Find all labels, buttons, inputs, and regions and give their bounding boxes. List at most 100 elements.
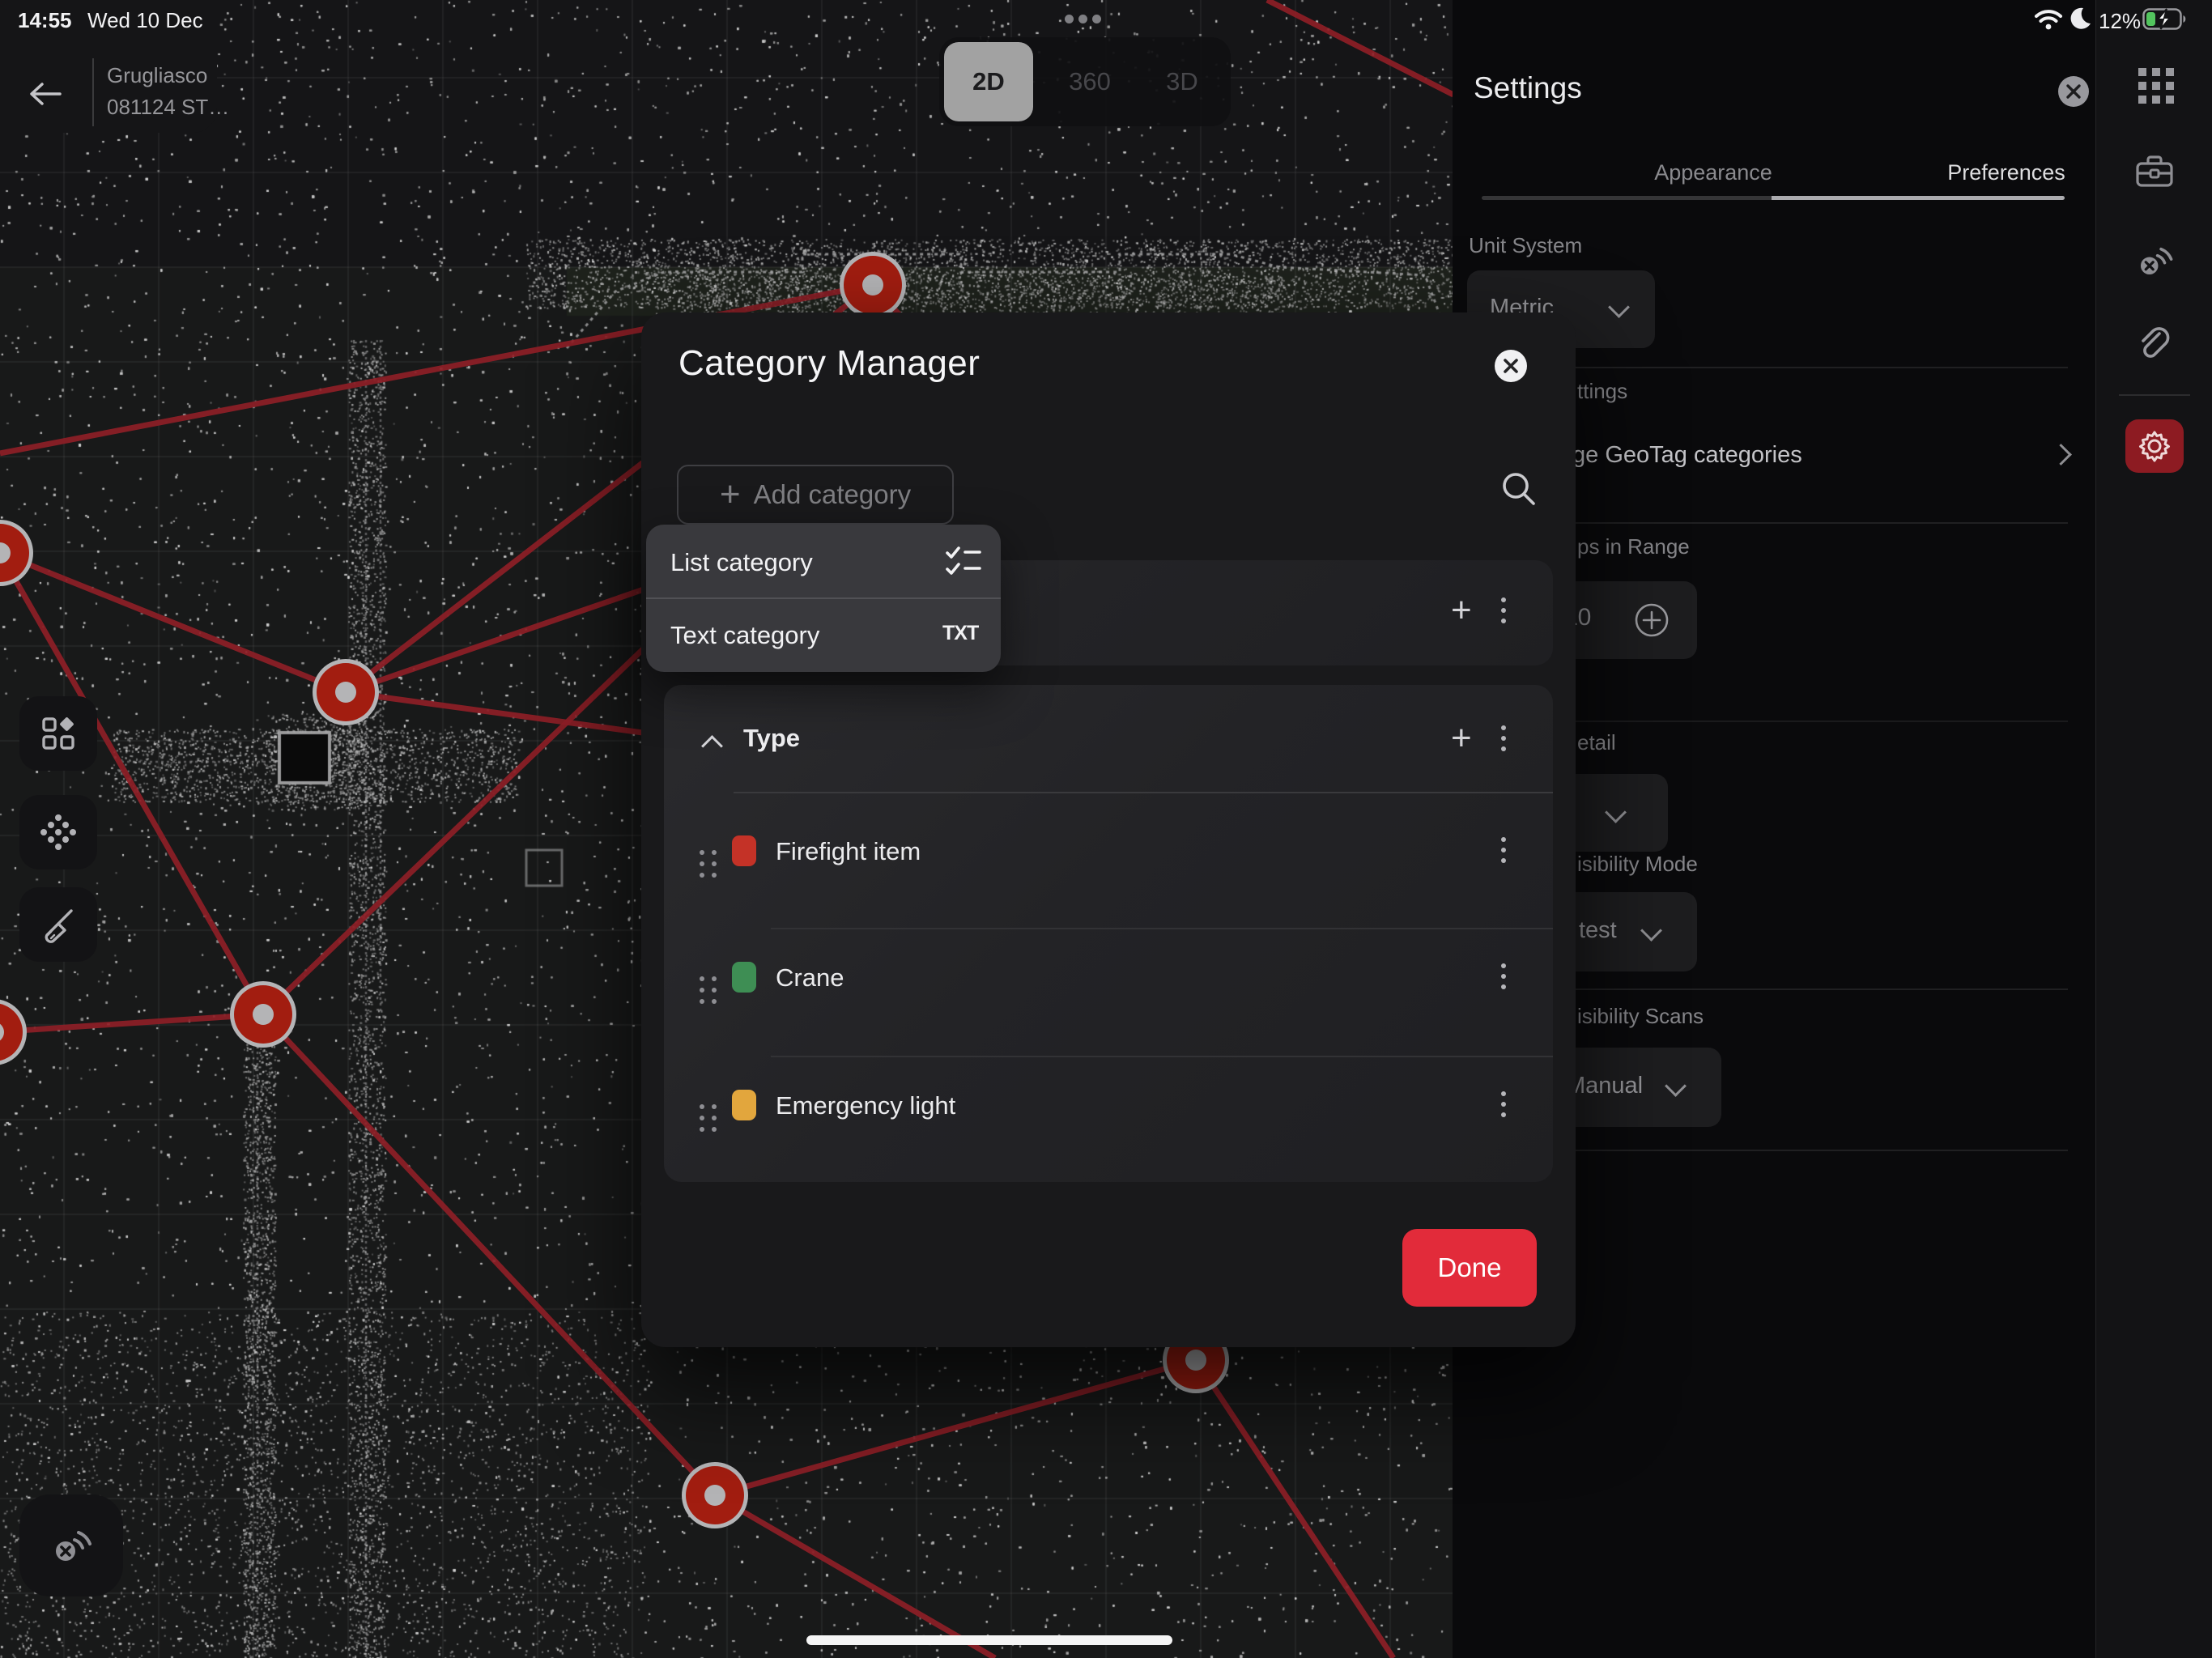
visibility-mode-label: isibility Mode — [1577, 852, 1698, 877]
add-category-label: Add category — [754, 479, 911, 510]
geotag-settings-label: ttings — [1577, 379, 1627, 404]
layers-shapes-icon — [40, 715, 77, 752]
unit-system-label: Unit System — [1469, 233, 1582, 258]
cut-tool-button[interactable] — [19, 887, 97, 962]
geotag-marker[interactable] — [840, 252, 906, 318]
battery-charging-icon — [2142, 8, 2188, 31]
close-icon — [2065, 83, 2082, 100]
menu-item-text-category[interactable]: Text category TXT — [670, 599, 978, 672]
category-row[interactable]: Emergency light — [664, 1077, 1553, 1164]
scan-signal-button[interactable] — [19, 1494, 123, 1596]
view-tab-3d[interactable]: 3D — [1138, 37, 1226, 126]
category-label: Crane — [776, 963, 844, 993]
menu-item-list-category[interactable]: List category — [670, 526, 978, 599]
collapse-section-icon[interactable] — [701, 735, 723, 757]
add-item-icon[interactable]: + — [1451, 721, 1472, 756]
geotag-link-line — [715, 1495, 995, 1658]
home-indicator[interactable] — [806, 1635, 1172, 1645]
view-tab-2d[interactable]: 2D — [944, 42, 1033, 121]
add-item-icon[interactable]: + — [1451, 593, 1472, 628]
link-icon[interactable] — [2135, 325, 2174, 364]
scalpel-icon — [39, 905, 78, 944]
tab-underline-active — [1772, 196, 2065, 200]
modal-close-button[interactable] — [1495, 350, 1527, 382]
geotag-marker[interactable] — [682, 1462, 748, 1528]
project-title-line2: 081124 ST… — [107, 91, 230, 123]
app-stage: 14:55 Wed 10 Dec Grugliasco 081124 ST… 2… — [0, 0, 2212, 1658]
kebab-menu-icon[interactable] — [1501, 597, 1506, 623]
chevron-down-icon — [1665, 1075, 1687, 1097]
txt-icon: TXT — [942, 622, 978, 645]
divider — [771, 928, 1553, 929]
manage-geotag-categories-row[interactable]: ge GeoTag categories — [1572, 442, 1802, 469]
status-date: Wed 10 Dec — [87, 8, 203, 33]
visibility-scans-value: Manual — [1566, 1073, 1643, 1099]
category-color-swatch[interactable] — [732, 962, 756, 993]
plus-icon: + — [720, 477, 741, 512]
drag-handle-icon[interactable] — [700, 976, 717, 1004]
annotation-categories-button[interactable] — [19, 696, 97, 771]
section-card-type: Type + Firefight item Crane — [664, 685, 1553, 1182]
menu-item-label: List category — [670, 548, 813, 577]
apps-grid-icon[interactable] — [2138, 68, 2174, 104]
kebab-menu-icon[interactable] — [1501, 963, 1506, 989]
project-title[interactable]: Grugliasco 081124 ST… — [107, 60, 230, 123]
tab-underline-inactive — [1482, 196, 1772, 200]
status-time: 14:55 — [18, 8, 72, 33]
detail-label: etail — [1577, 730, 1616, 755]
geotag-marker[interactable] — [0, 999, 27, 1065]
visibility-scans-label: isibility Scans — [1577, 1004, 1704, 1029]
wifi-icon — [2034, 8, 2063, 31]
project-title-line1: Grugliasco — [107, 60, 230, 91]
category-label: Emergency light — [776, 1091, 955, 1120]
point-cloud-button[interactable] — [19, 795, 97, 869]
search-icon[interactable] — [1498, 468, 1540, 510]
visibility-mode-value: test — [1579, 917, 1617, 944]
geotag-marker[interactable] — [313, 659, 379, 725]
nav-divider — [92, 58, 94, 126]
divider — [771, 1056, 1553, 1057]
chevron-right-icon — [2050, 444, 2072, 466]
battery-percent: 12% — [2099, 9, 2141, 34]
section-title: Type — [743, 724, 800, 753]
kebab-menu-icon[interactable] — [1501, 1091, 1506, 1117]
chevron-down-icon — [1605, 801, 1627, 823]
rail-divider — [2119, 394, 2190, 396]
geotag-marker[interactable] — [230, 981, 296, 1048]
plus-circle-icon[interactable] — [1634, 602, 1670, 638]
category-color-swatch[interactable] — [732, 1090, 756, 1120]
geotag-link-line — [1267, 0, 1453, 95]
kebab-menu-icon[interactable] — [1501, 837, 1506, 863]
right-icon-rail — [2095, 0, 2212, 1658]
category-row[interactable]: Crane — [664, 949, 1553, 1036]
chevron-down-icon — [1640, 920, 1662, 942]
geotag-link-line — [0, 1014, 263, 1032]
view-tab-360[interactable]: 360 — [1041, 37, 1138, 126]
settings-close-button[interactable] — [2058, 76, 2089, 107]
done-button[interactable]: Done — [1402, 1229, 1537, 1307]
add-category-button[interactable]: + Add category — [677, 465, 954, 525]
category-color-swatch[interactable] — [732, 835, 756, 866]
range-label: ps in Range — [1577, 534, 1690, 559]
category-row[interactable]: Firefight item — [664, 823, 1553, 910]
toolbox-icon[interactable] — [2135, 154, 2174, 189]
view-mode-toggle: 2D 360 3D — [939, 37, 1231, 126]
drag-handle-icon[interactable] — [700, 850, 717, 878]
signal-off-icon[interactable] — [2133, 240, 2176, 282]
settings-button-active[interactable] — [2125, 419, 2184, 473]
geotag-link-line — [715, 1360, 1196, 1495]
checklist-icon — [946, 546, 981, 581]
back-button[interactable] — [28, 79, 63, 108]
multitask-indicator[interactable] — [1062, 13, 1104, 28]
moon-icon — [2068, 6, 2092, 31]
point-cloud-icon — [37, 811, 79, 853]
drag-handle-icon[interactable] — [700, 1104, 717, 1132]
kebab-menu-icon[interactable] — [1501, 725, 1506, 751]
signal-off-icon — [48, 1522, 95, 1569]
category-type-menu: List category Text category TXT — [646, 525, 1001, 672]
geotag-link-line — [1196, 1360, 1393, 1658]
geotag-marker[interactable] — [0, 520, 33, 586]
gear-icon — [2137, 428, 2172, 464]
category-label: Firefight item — [776, 837, 921, 866]
tab-appearance[interactable]: Appearance — [1568, 160, 1859, 185]
